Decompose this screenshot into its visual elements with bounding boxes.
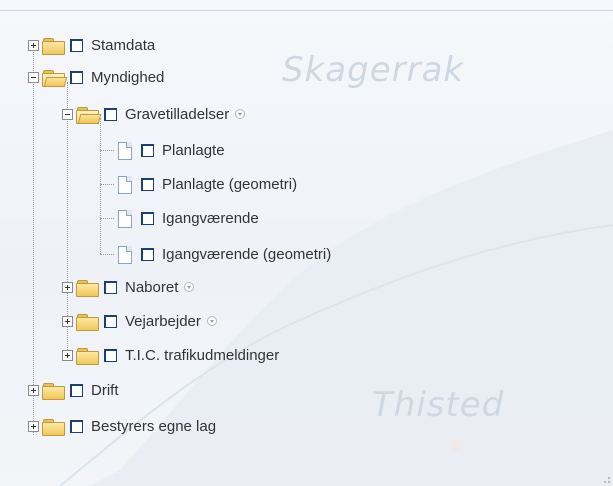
expand-icon[interactable] xyxy=(28,420,39,432)
layer-checkbox[interactable] xyxy=(70,383,83,397)
tree-node-label: Vejarbejder xyxy=(125,312,201,330)
folder-icon xyxy=(76,347,99,365)
layer-checkbox[interactable] xyxy=(70,38,83,52)
tree-connector xyxy=(100,254,114,255)
tree-node-igangvaerende[interactable]: Igangværende xyxy=(116,205,259,231)
layer-checkbox[interactable] xyxy=(141,211,154,225)
expand-icon[interactable] xyxy=(62,315,73,327)
layer-checkbox[interactable] xyxy=(141,143,154,157)
collapse-icon[interactable] xyxy=(28,71,39,83)
folder-open-icon xyxy=(76,106,102,124)
layer-tree: Stamdata Myndighed Gravetilladelser Plan… xyxy=(0,0,613,486)
tree-node-tic-trafikudmeldinger[interactable]: T.I.C. trafikudmeldinger xyxy=(62,342,279,368)
tree-node-naboret[interactable]: Naboret xyxy=(62,274,195,300)
expand-icon[interactable] xyxy=(28,384,39,396)
info-icon[interactable] xyxy=(206,316,217,326)
tree-node-label: Igangværende xyxy=(162,209,259,227)
folder-icon xyxy=(76,279,99,297)
layer-checkbox[interactable] xyxy=(141,247,154,261)
layer-tree-panel: Skagerrak Thisted Stamdata Myndighed Gra… xyxy=(0,0,613,486)
tree-node-stamdata[interactable]: Stamdata xyxy=(28,32,155,58)
tree-node-label: Planlagte xyxy=(162,141,225,159)
tree-node-gravetilladelser[interactable]: Gravetilladelser xyxy=(62,101,246,127)
info-icon[interactable] xyxy=(184,282,195,292)
tree-node-label: Naboret xyxy=(125,278,179,296)
layer-checkbox[interactable] xyxy=(141,177,154,191)
tree-node-planlagte-geometri[interactable]: Planlagte (geometri) xyxy=(116,171,297,197)
tree-node-label: Myndighed xyxy=(91,68,165,86)
tree-node-label: Planlagte (geometri) xyxy=(162,175,298,193)
layer-checkbox[interactable] xyxy=(104,280,117,294)
expand-icon[interactable] xyxy=(62,349,73,361)
folder-icon xyxy=(42,382,65,400)
tree-node-label: Stamdata xyxy=(91,36,156,54)
tree-node-myndighed[interactable]: Myndighed xyxy=(28,64,164,90)
layer-checkbox[interactable] xyxy=(104,314,117,328)
layer-checkbox[interactable] xyxy=(104,348,117,362)
expand-icon[interactable] xyxy=(28,39,39,51)
layer-checkbox[interactable] xyxy=(70,419,83,433)
layer-document-icon xyxy=(116,175,133,194)
tree-node-vejarbejder[interactable]: Vejarbejder xyxy=(62,308,217,334)
tree-node-bestyrers-egne-lag[interactable]: Bestyrers egne lag xyxy=(28,413,216,439)
layer-document-icon xyxy=(116,209,133,228)
tree-connector xyxy=(100,184,114,185)
folder-icon xyxy=(42,418,65,436)
folder-icon xyxy=(76,313,99,331)
tree-node-label: Gravetilladelser xyxy=(125,105,230,123)
expand-icon[interactable] xyxy=(62,281,73,293)
folder-open-icon xyxy=(42,69,68,87)
resize-grip-icon[interactable] xyxy=(600,473,610,483)
info-icon[interactable] xyxy=(235,109,246,119)
folder-icon xyxy=(42,37,65,55)
layer-document-icon xyxy=(116,245,133,264)
collapse-icon[interactable] xyxy=(62,108,73,120)
layer-checkbox[interactable] xyxy=(70,70,83,84)
layer-checkbox[interactable] xyxy=(104,107,117,121)
tree-node-label: Bestyrers egne lag xyxy=(91,417,217,435)
tree-node-drift[interactable]: Drift xyxy=(28,377,119,403)
tree-node-label: T.I.C. trafikudmeldinger xyxy=(125,346,280,364)
layer-document-icon xyxy=(116,141,133,160)
tree-node-label: Igangværende (geometri) xyxy=(162,245,332,263)
tree-connector xyxy=(100,150,114,151)
tree-node-planlagte[interactable]: Planlagte xyxy=(116,137,225,163)
tree-node-label: Drift xyxy=(91,381,119,399)
tree-connector xyxy=(100,118,101,254)
tree-node-igangvaerende-geometri[interactable]: Igangværende (geometri) xyxy=(116,241,331,267)
tree-connector xyxy=(100,218,114,219)
